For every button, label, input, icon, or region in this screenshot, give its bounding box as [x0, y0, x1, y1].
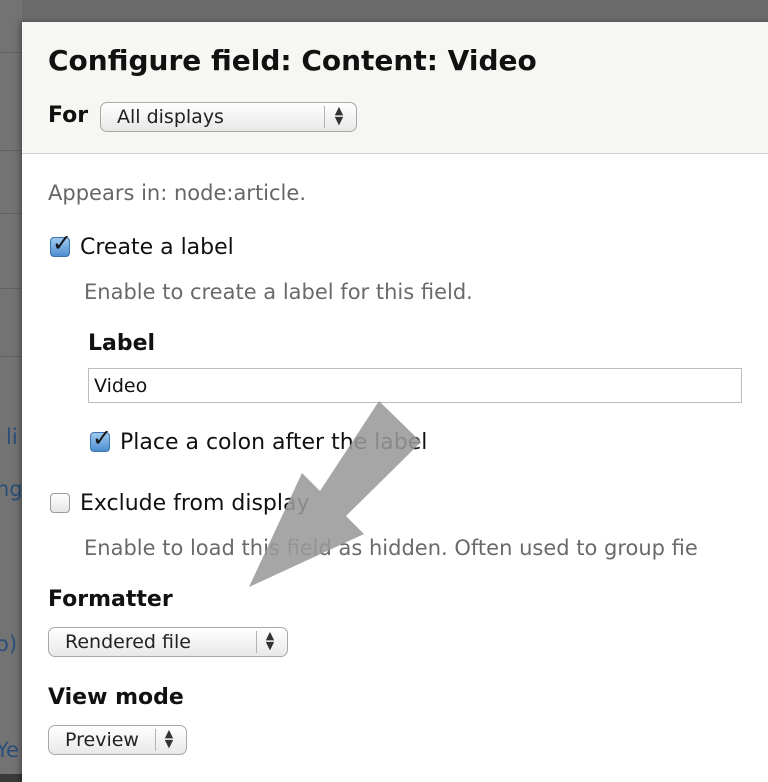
- background-page-strip: li ng o) Ye: [0, 0, 23, 774]
- create-label-description: Enable to create a label for this field.: [84, 280, 473, 304]
- updown-arrows-icon: ▲ ▼: [334, 104, 344, 127]
- label-input[interactable]: [88, 368, 742, 403]
- formatter-title: Formatter: [48, 587, 173, 612]
- background-text-fragment: ng: [0, 477, 23, 501]
- select-divider: [155, 729, 156, 751]
- colon-label: Place a colon after the label: [120, 430, 428, 455]
- background-divider: [0, 288, 22, 289]
- create-label-checkbox[interactable]: ✓: [50, 229, 72, 257]
- display-select-value: All displays: [117, 106, 224, 128]
- colon-checkbox[interactable]: ✓: [90, 424, 112, 452]
- background-divider: [0, 150, 22, 151]
- updown-arrows-icon: ▲ ▼: [265, 629, 275, 652]
- appears-in-text: Appears in: node:article.: [48, 181, 306, 205]
- dialog-header: Configure field: Content: Video For All …: [22, 22, 768, 154]
- exclude-checkbox[interactable]: [50, 493, 70, 513]
- formatter-select-value: Rendered file: [65, 631, 191, 653]
- checkmark-icon: ✓: [52, 229, 73, 257]
- exclude-label: Exclude from display: [80, 491, 310, 516]
- select-divider: [256, 631, 257, 653]
- dialog-title: Configure field: Content: Video: [48, 44, 537, 77]
- select-divider: [324, 106, 325, 128]
- background-text-fragment: Ye: [0, 738, 19, 762]
- view-mode-select-value: Preview: [65, 729, 139, 751]
- checkmark-icon: ✓: [92, 424, 113, 452]
- view-mode-title: View mode: [48, 685, 184, 710]
- background-divider: [0, 213, 22, 214]
- background-text-fragment: li: [6, 425, 18, 449]
- background-divider: [0, 356, 22, 357]
- for-label: For: [48, 103, 89, 128]
- updown-arrows-icon: ▲ ▼: [164, 727, 174, 750]
- label-field-title: Label: [88, 331, 156, 356]
- view-mode-select[interactable]: Preview ▲ ▼: [48, 725, 187, 755]
- display-select[interactable]: All displays ▲ ▼: [100, 102, 357, 132]
- formatter-select[interactable]: Rendered file ▲ ▼: [48, 627, 288, 657]
- exclude-description: Enable to load this field as hidden. Oft…: [84, 536, 698, 560]
- configure-field-dialog: Configure field: Content: Video For All …: [22, 22, 768, 782]
- background-text-fragment: o): [0, 632, 18, 656]
- background-divider: [0, 52, 22, 53]
- create-label-label: Create a label: [80, 235, 234, 260]
